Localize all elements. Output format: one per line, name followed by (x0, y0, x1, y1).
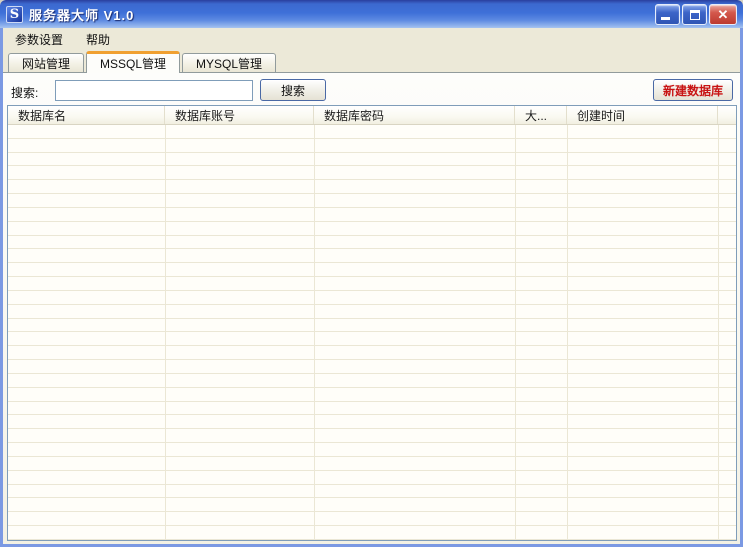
table-row (8, 222, 736, 236)
title-bar: S 服务器大师 V1.0 ✕ (0, 0, 743, 28)
table-row (8, 512, 736, 526)
table-row (8, 291, 736, 305)
table-row (8, 360, 736, 374)
mssql-tab-panel: 搜索: 搜索 新建数据库 数据库名数据库账号数据库密码大...创建时间 (3, 72, 740, 544)
table-row (8, 153, 736, 167)
table-row (8, 194, 736, 208)
tab-mysql-management[interactable]: MYSQL管理 (182, 53, 276, 72)
column-header[interactable]: 大... (515, 106, 567, 124)
search-label: 搜索: (11, 84, 38, 101)
table-row (8, 471, 736, 485)
window-controls: ✕ (655, 4, 737, 25)
table-row (8, 277, 736, 291)
table-body (8, 125, 736, 540)
table-row (8, 388, 736, 402)
column-header[interactable]: 数据库账号 (165, 106, 314, 124)
maximize-icon (690, 10, 700, 20)
table-row (8, 249, 736, 263)
app-window: S 服务器大师 V1.0 ✕ 参数设置帮助 网站管理MSSQL管理MYSQL管理… (0, 0, 743, 547)
table-row (8, 402, 736, 416)
column-header[interactable] (718, 106, 736, 124)
column-separator (718, 125, 719, 540)
database-table: 数据库名数据库账号数据库密码大...创建时间 (7, 105, 737, 541)
table-row (8, 374, 736, 388)
table-row (8, 332, 736, 346)
table-row (8, 305, 736, 319)
menu-bar: 参数设置帮助 (3, 28, 740, 50)
table-row (8, 208, 736, 222)
close-icon: ✕ (710, 5, 736, 24)
column-separator (165, 125, 166, 540)
menu-help[interactable]: 帮助 (83, 29, 113, 50)
table-row (8, 236, 736, 250)
app-icon: S (6, 6, 23, 23)
column-separator (314, 125, 315, 540)
table-row (8, 263, 736, 277)
close-button[interactable]: ✕ (709, 4, 737, 25)
table-row (8, 139, 736, 153)
search-input[interactable] (55, 80, 253, 101)
minimize-button[interactable] (655, 4, 680, 25)
column-header[interactable]: 数据库密码 (314, 106, 515, 124)
tab-website-management[interactable]: 网站管理 (8, 53, 84, 72)
table-row (8, 319, 736, 333)
table-row (8, 415, 736, 429)
table-row (8, 166, 736, 180)
table-row (8, 498, 736, 512)
table-row (8, 443, 736, 457)
table-row (8, 485, 736, 499)
table-header: 数据库名数据库账号数据库密码大...创建时间 (8, 106, 736, 125)
column-separator (515, 125, 516, 540)
column-header[interactable]: 数据库名 (8, 106, 165, 124)
table-row (8, 457, 736, 471)
column-separator (567, 125, 568, 540)
menu-parameter-settings[interactable]: 参数设置 (12, 29, 66, 50)
search-button[interactable]: 搜索 (260, 79, 326, 101)
client-area: 参数设置帮助 网站管理MSSQL管理MYSQL管理 搜索: 搜索 新建数据库 数… (3, 28, 740, 544)
minimize-icon (661, 17, 670, 20)
tab-mssql-management[interactable]: MSSQL管理 (86, 51, 180, 73)
table-row (8, 429, 736, 443)
table-row (8, 346, 736, 360)
maximize-button[interactable] (682, 4, 707, 25)
new-database-button[interactable]: 新建数据库 (653, 79, 733, 101)
tab-strip: 网站管理MSSQL管理MYSQL管理 (3, 50, 740, 72)
table-row (8, 125, 736, 139)
table-row (8, 180, 736, 194)
window-title: 服务器大师 V1.0 (29, 5, 134, 24)
table-row (8, 526, 736, 540)
column-header[interactable]: 创建时间 (567, 106, 718, 124)
